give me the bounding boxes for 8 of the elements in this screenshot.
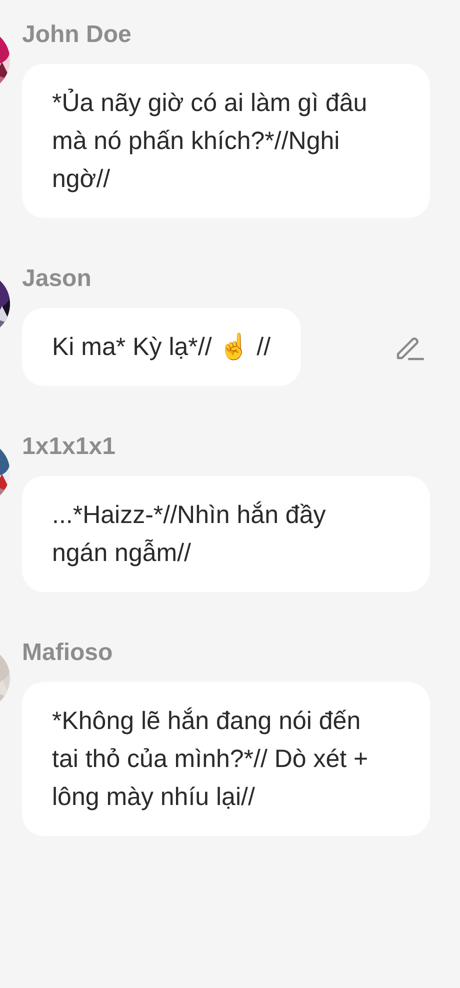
message-bubble: Ki ma* Kỳ lạ*// ☝ //	[22, 308, 301, 386]
message-bubble: *Không lẽ hắn đang nói đến tai thỏ của mình?*// Dò xét + lông mày nhíu lại//	[22, 682, 430, 836]
message-bubble: *Ủa nãy giờ có ai làm gì đâu mà nó phấn khích?*//Nghi ngờ//	[22, 64, 430, 218]
author-name: John Doe	[22, 20, 132, 50]
author-name: Mafioso	[22, 638, 114, 668]
author-name: 1x1x1x1	[22, 432, 116, 462]
message-bubble: ...*Haizz-*//Nhìn hắn đầy ngán ngẫm//	[22, 476, 430, 592]
author-name: Jason	[22, 264, 92, 294]
